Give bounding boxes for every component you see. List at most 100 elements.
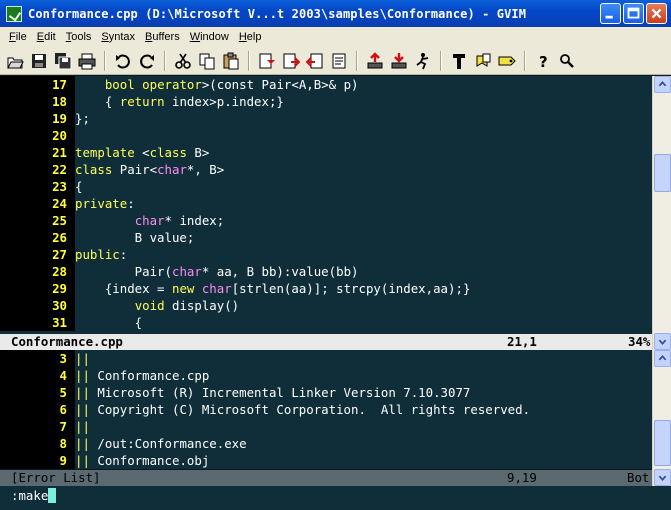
paste-button[interactable] bbox=[220, 50, 242, 72]
scroll-down-button[interactable] bbox=[654, 469, 671, 486]
copy-icon bbox=[199, 53, 215, 69]
title-bar[interactable]: Conformance.cpp (D:\Microsoft V...t 2003… bbox=[0, 0, 671, 27]
menu-label: dit bbox=[44, 31, 56, 43]
editor-pane-error-list[interactable]: 3 || 4 || Conformance.cpp 5 || Microsoft (R) … bbox=[0, 350, 652, 469]
command-line[interactable]: :make bbox=[0, 486, 671, 510]
help-button[interactable]: ? bbox=[532, 50, 554, 72]
find-prev-button[interactable] bbox=[304, 50, 326, 72]
menu-mnemonic: S bbox=[101, 31, 109, 43]
menu-label: yntax bbox=[108, 31, 136, 43]
undo-button[interactable] bbox=[112, 50, 134, 72]
menu-item-file[interactable]: File bbox=[4, 27, 32, 47]
status-filename: Conformance.cpp bbox=[11, 334, 123, 349]
code-line[interactable]: 22 class Pair<char*, B> bbox=[0, 161, 652, 178]
code-line[interactable]: 3 || bbox=[0, 350, 652, 367]
open-button[interactable] bbox=[4, 50, 26, 72]
line-number: 5 bbox=[0, 384, 75, 401]
code-line[interactable]: 20 bbox=[0, 127, 652, 144]
redo-icon bbox=[140, 54, 154, 69]
scroll-thumb[interactable] bbox=[654, 154, 671, 192]
scroll-up-button[interactable] bbox=[654, 350, 671, 367]
code-text: template <class B> bbox=[75, 145, 210, 160]
code-text: || bbox=[75, 419, 90, 434]
save-session-button[interactable] bbox=[388, 50, 410, 72]
scroll-down-button[interactable] bbox=[654, 333, 671, 350]
code-text: class Pair<char*, B> bbox=[75, 162, 225, 177]
load-session-icon bbox=[367, 51, 383, 68]
build-tags-button[interactable] bbox=[472, 50, 494, 72]
find-next-button[interactable] bbox=[280, 50, 302, 72]
code-text: { bbox=[75, 179, 83, 194]
chevron-down-icon bbox=[658, 339, 667, 346]
error-list-vertical-scrollbar[interactable] bbox=[652, 350, 671, 486]
code-line[interactable]: 19}; bbox=[0, 110, 652, 127]
menu-mnemonic: H bbox=[238, 31, 247, 43]
editor-vertical-scrollbar[interactable] bbox=[652, 76, 671, 350]
menu-item-syntax[interactable]: Syntax bbox=[96, 27, 140, 47]
code-line[interactable]: 29 {index = new char[strlen(aa)]; strcpy… bbox=[0, 280, 652, 297]
code-line[interactable]: 23{ bbox=[0, 178, 652, 195]
code-line[interactable]: 27 public: bbox=[0, 246, 652, 263]
code-line[interactable]: 30 void display() bbox=[0, 297, 652, 314]
maximize-button[interactable] bbox=[623, 3, 644, 24]
minimize-button[interactable] bbox=[600, 3, 621, 24]
toolbar-separator bbox=[164, 50, 166, 71]
choose-file-button[interactable] bbox=[328, 50, 350, 72]
menu-label: ools bbox=[71, 31, 92, 43]
cut-button[interactable] bbox=[172, 50, 194, 72]
menu-item-help[interactable]: Help bbox=[234, 27, 267, 47]
make-button[interactable] bbox=[448, 50, 470, 72]
code-line[interactable]: 6 || Copyright (C) Microsoft Corporation.… bbox=[0, 401, 652, 418]
code-line[interactable]: 24 private: bbox=[0, 195, 652, 212]
run-script-icon bbox=[416, 52, 429, 69]
code-line[interactable]: 25 char* index; bbox=[0, 212, 652, 229]
code-line[interactable]: 28 Pair(char* aa, B bb):value(bb) bbox=[0, 263, 652, 280]
menu-label: elp bbox=[246, 31, 262, 43]
code-text: || Copyright (C) Microsoft Corporation. … bbox=[75, 402, 531, 417]
menu-item-window[interactable]: Window bbox=[185, 27, 234, 47]
code-line[interactable]: 18 { return index>p.index;} bbox=[0, 93, 652, 110]
jump-tag-button[interactable] bbox=[496, 50, 518, 72]
save-button[interactable] bbox=[28, 50, 50, 72]
copy-button[interactable] bbox=[196, 50, 218, 72]
redo-button[interactable] bbox=[136, 50, 158, 72]
menu-label: ile bbox=[15, 31, 27, 43]
open-icon bbox=[7, 57, 24, 68]
scroll-up-button[interactable] bbox=[654, 76, 671, 93]
status-cursor-position: 21,1 bbox=[507, 334, 537, 349]
gvim-app-icon[interactable] bbox=[6, 5, 22, 22]
code-text: }; bbox=[75, 111, 90, 126]
chevron-up-icon bbox=[658, 354, 667, 361]
code-line[interactable]: 4 || Conformance.cpp bbox=[0, 367, 652, 384]
code-text: { return index>p.index;} bbox=[75, 94, 284, 109]
menu-item-tools[interactable]: Tools bbox=[61, 27, 97, 47]
code-line[interactable]: 26 B value; bbox=[0, 229, 652, 246]
menu-mnemonic: F bbox=[9, 31, 16, 43]
toolbar: ? bbox=[0, 47, 671, 75]
code-line[interactable]: 17 bool operator>(const Pair<A,B>& p) bbox=[0, 76, 652, 93]
menu-item-buffers[interactable]: Buffers bbox=[140, 27, 185, 47]
menu-mnemonic: W bbox=[189, 31, 201, 43]
print-button[interactable] bbox=[76, 50, 98, 72]
code-line[interactable]: 8 || /out:Conformance.exe bbox=[0, 435, 652, 452]
save-icon bbox=[32, 53, 46, 68]
run-script-button[interactable] bbox=[412, 50, 434, 72]
code-line[interactable]: 31 { bbox=[0, 314, 652, 331]
line-number: 18 bbox=[0, 93, 75, 110]
menu-item-edit[interactable]: Edit bbox=[32, 27, 61, 47]
code-line[interactable]: 9 || Conformance.obj bbox=[0, 452, 652, 469]
load-session-button[interactable] bbox=[364, 50, 386, 72]
find-replace-button[interactable] bbox=[256, 50, 278, 72]
code-line[interactable]: 5 || Microsoft (R) Incremental Linker Ver… bbox=[0, 384, 652, 401]
find-help-button[interactable] bbox=[556, 50, 578, 72]
chevron-up-icon bbox=[658, 80, 667, 87]
code-line[interactable]: 21 template <class B> bbox=[0, 144, 652, 161]
close-button[interactable] bbox=[646, 3, 667, 24]
status-line-error-list: [Error List] 9,19 Bot bbox=[0, 470, 652, 486]
code-line[interactable]: 7 || bbox=[0, 418, 652, 435]
save-all-button[interactable] bbox=[52, 50, 74, 72]
editor-pane-source[interactable]: 17 bool operator>(const Pair<A,B>& p) 18 … bbox=[0, 76, 652, 334]
scroll-thumb[interactable] bbox=[654, 420, 671, 466]
make-icon bbox=[453, 53, 465, 69]
line-number: 29 bbox=[0, 280, 75, 297]
